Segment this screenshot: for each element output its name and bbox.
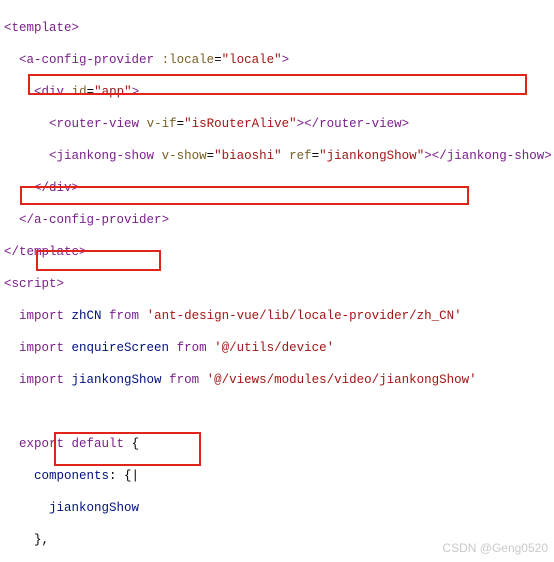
watermark: CSDN @Geng0520 <box>442 540 548 556</box>
code-block: <template> <a-config-provider :locale="l… <box>0 0 554 562</box>
